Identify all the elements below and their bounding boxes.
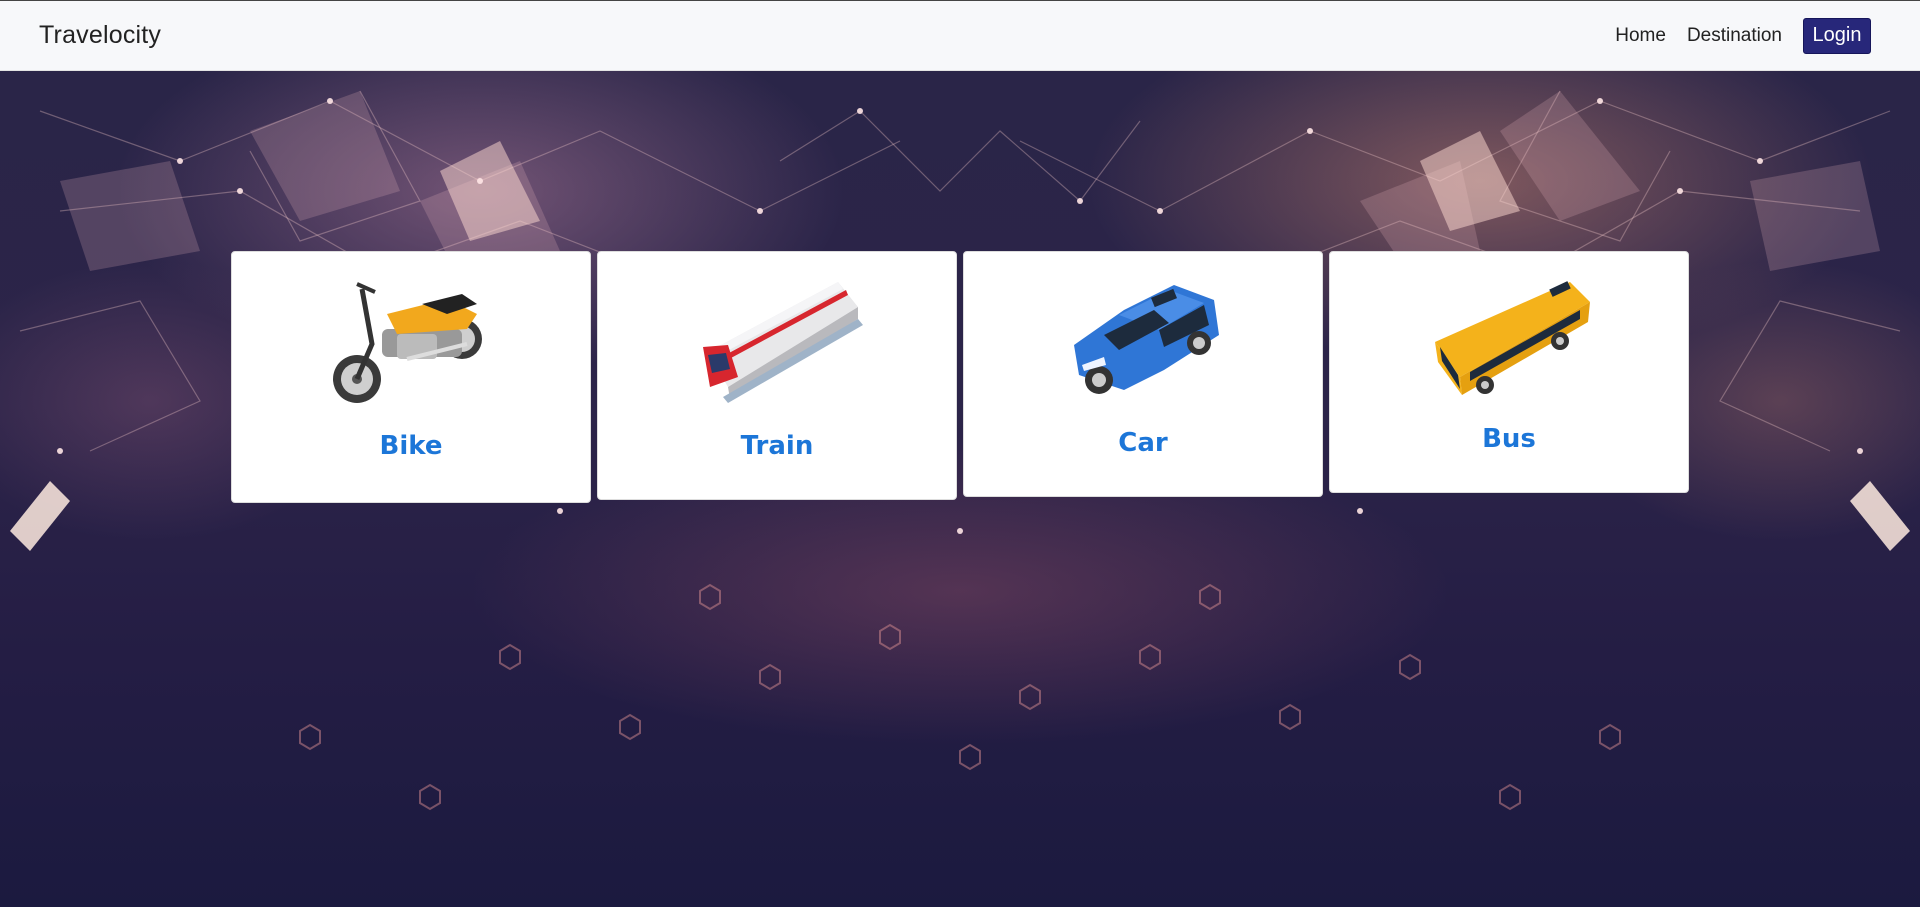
train-icon: [703, 282, 863, 403]
car-icon: [1074, 285, 1219, 394]
bus-card[interactable]: Bus: [1329, 251, 1689, 493]
car-card[interactable]: Car: [963, 251, 1323, 497]
motorcycle-icon: [333, 282, 482, 403]
bus-icon: [1435, 281, 1590, 395]
nav-links: Home Destination Login: [1615, 17, 1881, 54]
nav-destination-link[interactable]: Destination: [1687, 25, 1782, 47]
train-card[interactable]: Train: [597, 251, 957, 500]
brand-logo[interactable]: Travelocity: [39, 21, 161, 50]
card-label: Train: [740, 431, 814, 461]
nav-home-link[interactable]: Home: [1615, 25, 1666, 47]
bike-card[interactable]: Bike: [231, 251, 591, 503]
navbar: Travelocity Home Destination Login: [0, 0, 1920, 71]
card-label: Car: [1118, 428, 1168, 458]
login-button[interactable]: Login: [1803, 17, 1871, 54]
card-label: Bike: [379, 431, 443, 461]
card-label: Bus: [1482, 424, 1536, 454]
